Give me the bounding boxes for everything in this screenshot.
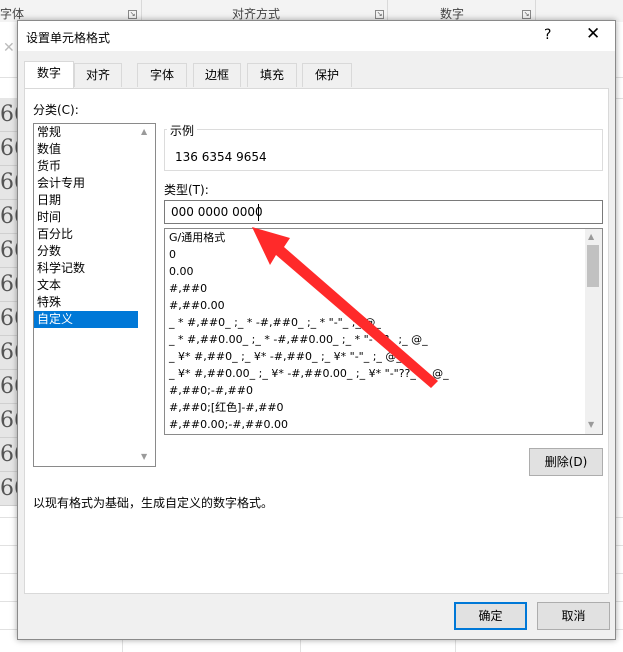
category-list[interactable]: 常规 数值 货币 会计专用 日期 时间 百分比 分数 科学记数 文本 特殊 自定…: [33, 123, 156, 467]
column-cells: 66 66 66 66 66 66 66 66 66 66 66 66: [0, 98, 17, 506]
format-item[interactable]: _ * #,##0_ ;_ * -#,##0_ ;_ * "-"_ ;_ @_: [165, 314, 602, 331]
text-caret: [258, 204, 259, 221]
tab-protection[interactable]: 保护: [302, 63, 352, 87]
dialog-titlebar[interactable]: 设置单元格格式 ? ✕: [18, 21, 615, 51]
cancel-formula-icon[interactable]: ✕: [3, 40, 15, 56]
table-cell[interactable]: 66: [0, 132, 17, 166]
category-item[interactable]: 百分比: [34, 226, 155, 243]
table-cell[interactable]: 66: [0, 268, 17, 302]
table-cell[interactable]: 66: [0, 370, 17, 404]
format-item[interactable]: 0: [165, 246, 602, 263]
category-scrollbar[interactable]: ▲ ▼: [138, 124, 155, 466]
table-cell[interactable]: 66: [0, 166, 17, 200]
ribbon-group-number: 数字 ↘: [388, 0, 536, 22]
table-cell[interactable]: 66: [0, 302, 17, 336]
scroll-thumb[interactable]: [587, 245, 599, 287]
tab-number[interactable]: 数字: [24, 61, 74, 88]
category-item[interactable]: 会计专用: [34, 175, 155, 192]
format-cells-dialog: 设置单元格格式 ? ✕ 数字 对齐 字体 边框 填充 保护 分类(C): 常规 …: [17, 20, 616, 640]
tab-panel-number: 分类(C): 常规 数值 货币 会计专用 日期 时间 百分比 分数 科学记数 文…: [24, 88, 609, 594]
format-item[interactable]: _ ¥* #,##0_ ;_ ¥* -#,##0_ ;_ ¥* "-"_ ;_ …: [165, 348, 602, 365]
sample-value: 136 6354 9654: [175, 150, 267, 164]
type-label: 类型(T):: [164, 183, 209, 197]
scroll-down-icon[interactable]: ▼: [141, 452, 147, 461]
format-item[interactable]: 0.00: [165, 263, 602, 280]
dialog-title: 设置单元格格式: [26, 31, 111, 45]
category-item-selected[interactable]: 自定义: [34, 311, 155, 328]
category-item[interactable]: 分数: [34, 243, 155, 260]
scroll-up-icon[interactable]: ▲: [588, 232, 594, 241]
format-item[interactable]: G/通用格式: [165, 229, 602, 246]
delete-button[interactable]: 删除(D): [529, 448, 603, 476]
format-item[interactable]: _ * #,##0.00_ ;_ * -#,##0.00_ ;_ * "-"??…: [165, 331, 602, 348]
close-icon[interactable]: ✕: [586, 24, 600, 44]
category-item[interactable]: 文本: [34, 277, 155, 294]
format-scrollbar[interactable]: ▲ ▼: [585, 229, 602, 434]
table-cell[interactable]: 66: [0, 200, 17, 234]
category-item[interactable]: 常规: [34, 124, 155, 141]
format-item[interactable]: #,##0.00: [165, 297, 602, 314]
font-dialog-launcher-icon[interactable]: ↘: [128, 10, 137, 19]
tab-font[interactable]: 字体: [137, 63, 187, 87]
scroll-down-icon[interactable]: ▼: [588, 420, 594, 429]
alignment-dialog-launcher-icon[interactable]: ↘: [375, 10, 384, 19]
tab-alignment[interactable]: 对齐: [74, 63, 122, 87]
category-item[interactable]: 时间: [34, 209, 155, 226]
type-input[interactable]: 000 0000 0000: [164, 200, 603, 224]
format-item[interactable]: #,##0: [165, 280, 602, 297]
format-list[interactable]: G/通用格式 0 0.00 #,##0 #,##0.00 _ * #,##0_ …: [164, 228, 603, 435]
table-cell[interactable]: 66: [0, 472, 17, 506]
category-item[interactable]: 日期: [34, 192, 155, 209]
tab-border[interactable]: 边框: [193, 63, 241, 87]
category-item[interactable]: 数值: [34, 141, 155, 158]
ribbon-group-font: 字体 ↘: [0, 0, 142, 22]
table-cell[interactable]: 66: [0, 98, 17, 132]
format-item[interactable]: #,##0;-#,##0: [165, 382, 602, 399]
cancel-button[interactable]: 取消: [537, 602, 610, 630]
category-item[interactable]: 货币: [34, 158, 155, 175]
help-button[interactable]: ?: [544, 27, 551, 43]
category-item[interactable]: 特殊: [34, 294, 155, 311]
ok-button[interactable]: 确定: [454, 602, 527, 630]
format-item[interactable]: #,##0;[红色]-#,##0: [165, 399, 602, 416]
category-label: 分类(C):: [33, 103, 79, 117]
table-cell[interactable]: 66: [0, 234, 17, 268]
scroll-up-icon[interactable]: ▲: [141, 127, 147, 136]
format-item[interactable]: #,##0.00;-#,##0.00: [165, 416, 602, 433]
description-text: 以现有格式为基础，生成自定义的数字格式。: [33, 496, 274, 510]
sample-label: 示例: [167, 122, 198, 139]
table-cell[interactable]: 66: [0, 404, 17, 438]
category-item[interactable]: 科学记数: [34, 260, 155, 277]
format-item[interactable]: _ ¥* #,##0.00_ ;_ ¥* -#,##0.00_ ;_ ¥* "-…: [165, 365, 602, 382]
ribbon-group-alignment: 对齐方式 ↘: [142, 0, 388, 22]
table-cell[interactable]: 66: [0, 438, 17, 472]
table-cell[interactable]: 66: [0, 336, 17, 370]
number-dialog-launcher-icon[interactable]: ↘: [522, 10, 531, 19]
tab-fill[interactable]: 填充: [247, 63, 297, 87]
